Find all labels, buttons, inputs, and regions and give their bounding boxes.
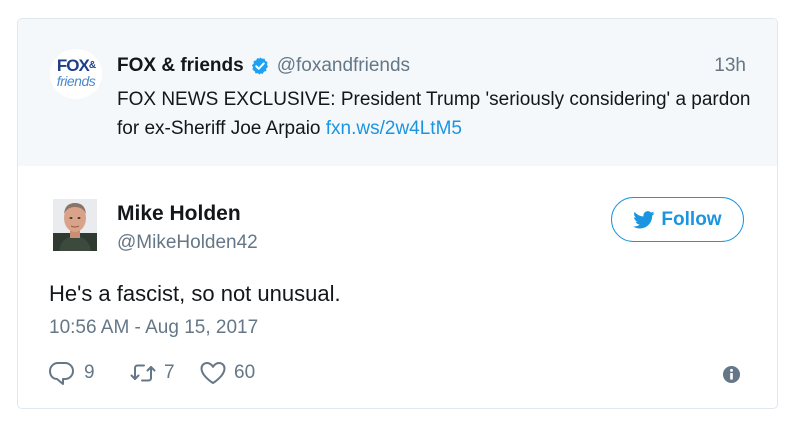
like-button[interactable]: 60 <box>199 360 255 386</box>
quoted-tweet[interactable]: FOX& friends FOX & friends @foxandfriend… <box>18 19 777 166</box>
quoted-author-name[interactable]: FOX & friends <box>117 55 244 77</box>
tweet-text: He's a fascist, so not unusual. <box>49 281 341 306</box>
quoted-timestamp[interactable]: 13h <box>714 55 746 77</box>
retweet-count: 7 <box>164 362 175 383</box>
retweet-button[interactable]: 7 <box>129 360 199 386</box>
verified-badge-icon <box>251 57 268 75</box>
tweet-timestamp[interactable]: 10:56 AM - Aug 15, 2017 <box>49 317 258 339</box>
fox-friends-logo[interactable]: FOX& friends <box>50 49 102 99</box>
reply-count: 9 <box>84 362 95 383</box>
reply-icon <box>49 362 74 385</box>
like-count: 60 <box>234 362 256 383</box>
quoted-tweet-text: FOX NEWS EXCLUSIVE: President Trump 'ser… <box>117 85 757 143</box>
logo-amp-text: & <box>88 60 96 71</box>
author-name[interactable]: Mike Holden <box>117 202 241 226</box>
quoted-header: FOX & friends @foxandfriends <box>117 53 410 79</box>
reply-button[interactable]: 9 <box>49 360 129 386</box>
quoted-link[interactable]: fxn.ws/2w4LtM5 <box>326 118 462 139</box>
logo-friends-text: friends <box>56 73 96 89</box>
quoted-author-handle[interactable]: @foxandfriends <box>277 55 410 77</box>
avatar[interactable] <box>53 199 97 251</box>
tweet-card: FOX& friends FOX & friends @foxandfriend… <box>17 18 778 409</box>
author-handle[interactable]: @MikeHolden42 <box>117 232 258 254</box>
action-bar: 9 7 60 <box>49 359 255 387</box>
info-icon[interactable] <box>722 365 741 384</box>
heart-icon <box>200 362 226 384</box>
retweet-icon <box>130 364 156 382</box>
follow-label: Follow <box>661 208 722 230</box>
twitter-bird-icon <box>633 210 655 228</box>
avatar-photo <box>53 199 97 251</box>
follow-button[interactable]: Follow <box>611 197 744 242</box>
